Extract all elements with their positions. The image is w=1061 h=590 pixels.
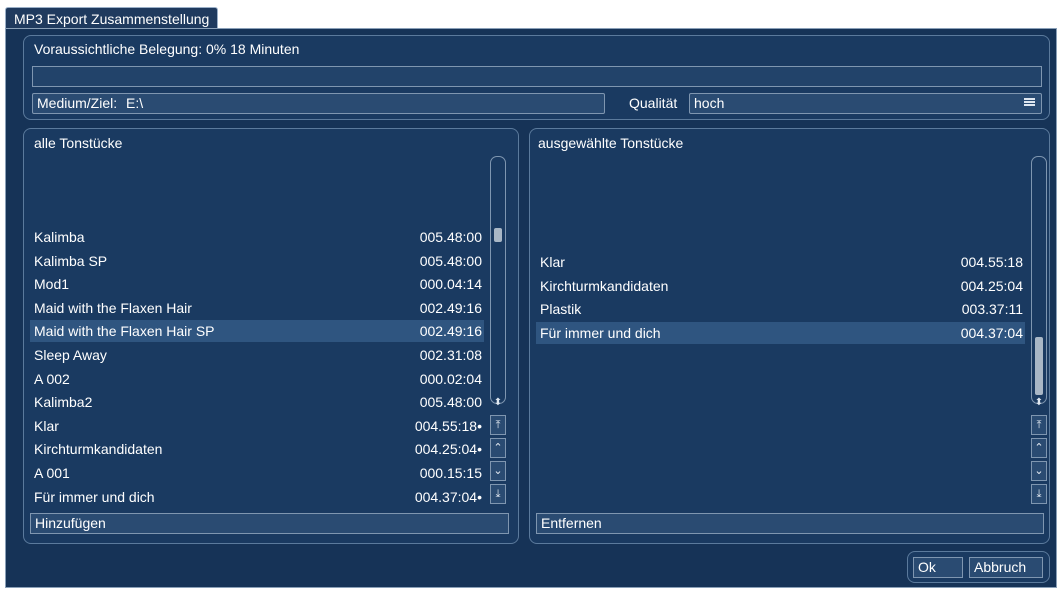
track-title: Kalimba SP <box>34 252 108 269</box>
list-item[interactable]: Plastik 003.37:11 <box>536 298 1025 320</box>
list-item[interactable]: Kalimba SP 005.48:00 <box>30 250 484 272</box>
track-duration: 003.37:11 <box>961 301 1023 318</box>
header-panel: Voraussichtliche Belegung: 0% 18 Minuten… <box>23 35 1050 120</box>
medium-value: E:\ <box>126 95 144 111</box>
list-item[interactable]: A 001 000.15:15 <box>30 462 484 484</box>
track-duration: 004.37:04• <box>414 488 482 505</box>
right-scroll-thumb[interactable] <box>1035 337 1043 395</box>
scroll-up-icon[interactable]: ⌃ <box>1031 438 1047 458</box>
list-item[interactable]: Für immer und dich 004.37:04 <box>536 321 1025 344</box>
estimate-label: Voraussichtliche Belegung: 0% 18 Minuten <box>34 41 300 57</box>
track-duration: 005.48:00 <box>419 394 482 411</box>
footer-buttons: Ok Abbruch <box>907 551 1050 583</box>
window-tab-title: MP3 Export Zusammenstellung <box>5 7 219 30</box>
track-duration: 000.15:15 <box>419 465 482 481</box>
ok-button[interactable]: Ok <box>913 557 963 578</box>
remove-button[interactable]: Entfernen <box>536 513 1044 534</box>
track-title: A 002 <box>34 370 70 387</box>
menu-icon <box>1024 98 1035 107</box>
track-title: Mod1 <box>34 276 70 293</box>
quality-value: hoch <box>694 95 725 111</box>
list-item[interactable]: Kalimba2 005.48:00 <box>30 391 484 413</box>
track-title: Für immer und dich <box>34 488 155 505</box>
selected-tracks-panel: ausgewählte Tonstücke Klar 004.55:18 Kirch… <box>529 128 1050 544</box>
track-duration: 002.31:08 <box>419 347 482 363</box>
selected-tracks-title: ausgewählte Tonstücke <box>538 135 684 151</box>
track-duration: 005.48:00 <box>419 229 482 245</box>
list-item[interactable]: Kirchturmkandidaten 004.25:04• <box>30 438 484 460</box>
all-tracks-panel: alle Tonstücke Kalimba 005.48:00 Kalimba S… <box>23 128 519 544</box>
track-duration: 000.04:14 <box>419 276 482 293</box>
track-duration: 004.25:04 <box>960 277 1023 294</box>
track-duration: 002.49:16 <box>419 323 482 340</box>
track-title: Kalimba2 <box>34 394 93 411</box>
list-item[interactable]: Klar 004.55:18 <box>536 251 1025 273</box>
track-title: Klar <box>34 417 59 434</box>
left-scrollbar[interactable] <box>490 156 506 404</box>
cancel-button[interactable]: Abbruch <box>969 557 1043 578</box>
main-frame: Voraussichtliche Belegung: 0% 18 Minuten… <box>5 28 1057 588</box>
track-title: Kalimba <box>34 229 85 245</box>
usage-bar <box>32 66 1042 87</box>
track-duration: 005.48:00 <box>419 252 482 269</box>
track-title: Maid with the Flaxen Hair <box>34 299 192 316</box>
all-tracks-title: alle Tonstücke <box>34 135 123 151</box>
track-duration: 002.49:16 <box>419 299 482 316</box>
scroll-up-icon[interactable]: ⌃ <box>490 438 506 458</box>
track-title: Sleep Away <box>34 347 107 363</box>
list-item[interactable]: A 002 000.02:04 <box>30 368 484 390</box>
list-item[interactable]: Maid with the Flaxen Hair SP 002.49:16 <box>30 320 484 343</box>
track-title: Kirchturmkandidaten <box>34 441 163 458</box>
add-button[interactable]: Hinzufügen <box>30 513 509 534</box>
track-title: Plastik <box>540 301 582 318</box>
list-item[interactable]: Kirchturmkandidaten 004.25:04 <box>536 275 1025 297</box>
list-item[interactable]: Für immer und dich 004.37:04• <box>30 486 484 508</box>
quality-label: Qualität <box>629 95 678 111</box>
track-title: Kirchturmkandidaten <box>540 277 669 294</box>
list-item[interactable]: Klar 004.55:18• <box>30 415 484 437</box>
track-duration: 000.02:04 <box>419 370 482 387</box>
list-item[interactable]: Kalimba 005.48:00 <box>30 226 484 248</box>
list-item[interactable]: Mod1 000.04:14 <box>30 273 484 295</box>
track-duration: 004.55:18• <box>414 417 482 434</box>
left-scroll-thumb[interactable] <box>494 228 502 242</box>
track-title: Klar <box>540 254 565 270</box>
track-title: Maid with the Flaxen Hair SP <box>34 323 215 340</box>
track-duration: 004.25:04• <box>414 441 482 458</box>
scroll-bottom-icon[interactable]: ⤓ <box>1031 484 1047 504</box>
updown-arrow-icon: ⬍ <box>493 397 503 408</box>
medium-label: Medium/Ziel: <box>37 95 118 111</box>
scroll-top-icon[interactable]: ⤒ <box>1031 415 1047 435</box>
track-title: A 001 <box>34 465 70 481</box>
updown-arrow-icon: ⬍ <box>1034 397 1044 408</box>
list-item[interactable]: Maid with the Flaxen Hair 002.49:16 <box>30 297 484 319</box>
track-duration: 004.37:04 <box>960 324 1023 341</box>
track-title: Für immer und dich <box>540 324 661 341</box>
quality-select[interactable]: hoch <box>689 93 1042 114</box>
scroll-top-icon[interactable]: ⤒ <box>490 415 506 435</box>
list-item[interactable]: Sleep Away 002.31:08 <box>30 344 484 366</box>
right-scrollbar[interactable] <box>1031 156 1047 404</box>
track-duration: 004.55:18 <box>960 254 1023 270</box>
scroll-bottom-icon[interactable]: ⤓ <box>490 484 506 504</box>
scroll-down-icon[interactable]: ⌄ <box>1031 461 1047 481</box>
medium-field[interactable]: Medium/Ziel: E:\ <box>32 93 605 114</box>
scroll-down-icon[interactable]: ⌄ <box>490 461 506 481</box>
